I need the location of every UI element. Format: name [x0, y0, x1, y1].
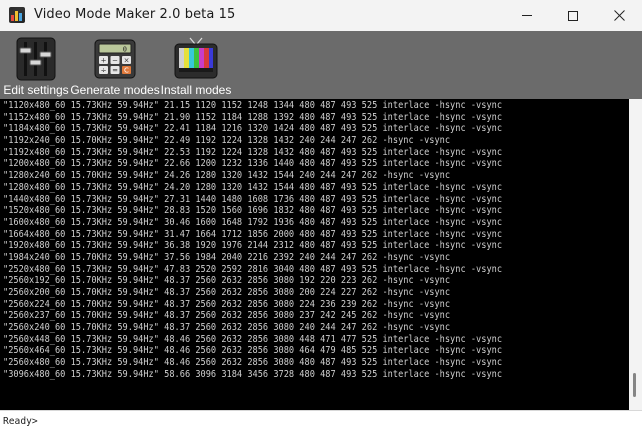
- console-line: "1120x480_60 15.73KHz 59.94Hz" 21.15 112…: [3, 100, 503, 111]
- console-line: "2560x480_60 15.73KHz 59.94Hz" 48.46 256…: [3, 357, 503, 369]
- console-lines: "1120x480_60 15.73KHz 59.94Hz" 21.15 112…: [3, 100, 502, 381]
- minimize-button[interactable]: [504, 0, 550, 31]
- install-modes-label: Install modes: [160, 83, 232, 97]
- console-line: "1280x240_60 15.70KHz 59.94Hz" 24.26 128…: [3, 170, 451, 182]
- svg-text:C: C: [124, 67, 129, 75]
- tv-color-bars-icon: [173, 36, 219, 82]
- mixer-sliders-icon: [13, 36, 59, 82]
- console-line: "2560x240_60 15.70KHz 59.94Hz" 48.37 256…: [3, 322, 451, 334]
- console-line: "1200x480_60 15.73KHz 59.94Hz" 22.66 120…: [3, 158, 503, 170]
- svg-text:÷: ÷: [101, 67, 107, 75]
- minimize-icon: [522, 15, 532, 16]
- edit-settings-button[interactable]: Edit settings: [3, 31, 69, 99]
- prompt-text: Ready>: [3, 416, 38, 427]
- svg-text:0: 0: [123, 46, 127, 54]
- console-line: "1920x480_60 15.73KHz 59.94Hz" 36.38 192…: [3, 240, 503, 252]
- app-icon: [9, 7, 25, 23]
- close-button[interactable]: [596, 0, 642, 31]
- console-line: "3096x480_60 15.73KHz 59.94Hz" 58.66 309…: [3, 368, 503, 380]
- svg-text:×: ×: [124, 57, 130, 65]
- console-line: "2560x464_60 15.73KHz 59.94Hz" 48.46 256…: [3, 345, 503, 357]
- console-line: "1600x480_60 15.73KHz 59.94Hz" 30.46 160…: [3, 216, 503, 228]
- console-line: "2560x200_60 15.70KHz 59.94Hz" 48.37 256…: [3, 287, 451, 298]
- svg-text:+: +: [101, 57, 107, 65]
- console-line: "2560x224_60 15.70KHz 59.94Hz" 48.37 256…: [3, 298, 451, 310]
- edit-settings-label: Edit settings: [3, 83, 69, 97]
- console-line: "2520x480_60 15.73KHz 59.94Hz" 47.83 252…: [3, 263, 503, 275]
- command-prompt[interactable]: Ready>: [0, 410, 642, 432]
- console-line: "1984x240_60 15.70KHz 59.94Hz" 37.56 198…: [3, 251, 451, 263]
- console-output[interactable]: "1120x480_60 15.73KHz 59.94Hz" 21.15 112…: [0, 99, 629, 410]
- console-line: "2560x448_60 15.73KHz 59.94Hz" 48.46 256…: [3, 333, 503, 345]
- window-title: Video Mode Maker 2.0 beta 15: [34, 7, 236, 22]
- console-line: "1664x480_60 15.73KHz 59.94Hz" 31.47 166…: [3, 228, 503, 240]
- console-line: "2560x237_60 15.70KHz 59.94Hz" 48.37 256…: [3, 310, 451, 322]
- generate-modes-button[interactable]: 0 + − × ÷ = C Generate modes: [70, 31, 160, 99]
- console-line: "1152x480_60 15.73KHz 59.94Hz" 21.90 115…: [3, 111, 503, 123]
- calculator-icon: 0 + − × ÷ = C: [92, 36, 138, 82]
- console-line: "1280x480_60 15.73KHz 59.94Hz" 24.20 128…: [3, 181, 503, 193]
- console-line: "1520x480_60 15.73KHz 59.94Hz" 28.83 152…: [3, 205, 503, 217]
- install-modes-button[interactable]: Install modes: [160, 31, 232, 99]
- console-line: "1440x480_60 15.73KHz 59.94Hz" 27.31 144…: [3, 193, 503, 205]
- console-line: "2560x192_60 15.70KHz 59.94Hz" 48.37 256…: [3, 275, 451, 287]
- app-window: Video Mode Maker 2.0 beta 15 Edit settin…: [0, 0, 642, 432]
- toolbar: Edit settings 0 + − × ÷ = C Generate mod…: [0, 31, 642, 99]
- title-bar[interactable]: Video Mode Maker 2.0 beta 15: [0, 0, 642, 31]
- close-icon: [613, 10, 625, 21]
- generate-modes-label: Generate modes: [70, 83, 160, 97]
- svg-text:=: =: [112, 67, 118, 75]
- console-line: "1192x240_60 15.70KHz 59.94Hz" 22.49 119…: [3, 135, 451, 147]
- console-line: "1184x480_60 15.73KHz 59.94Hz" 22.41 118…: [3, 123, 503, 135]
- maximize-icon: [568, 10, 578, 21]
- console-line: "1192x480_60 15.73KHz 59.94Hz" 22.53 119…: [3, 146, 503, 158]
- console-scrollbar[interactable]: [629, 99, 642, 410]
- svg-text:−: −: [112, 57, 118, 65]
- scrollbar-thumb[interactable]: [633, 373, 636, 397]
- maximize-button[interactable]: [550, 0, 596, 31]
